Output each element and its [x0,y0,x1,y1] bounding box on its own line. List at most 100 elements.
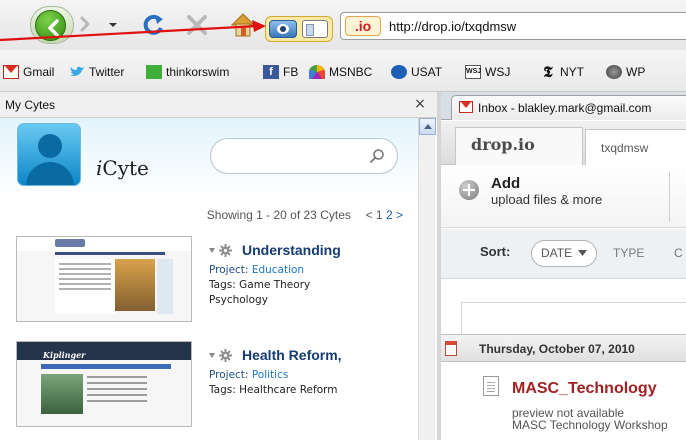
results-count-text: Showing 1 - 20 of 23 Cytes [206,208,351,222]
forward-button[interactable] [72,11,102,39]
cyte-title-link[interactable]: Understanding [242,242,341,258]
back-button[interactable] [30,6,74,44]
add-label[interactable]: Add [491,175,520,192]
project-link[interactable]: Education [252,264,304,276]
dropio-logo[interactable]: drop.io [471,135,535,154]
usat-icon [391,65,407,79]
cyte-thumbnail[interactable]: Kiplinger [16,341,192,427]
bookmark-thinkorswim[interactable]: thinkorswim [146,63,229,81]
file-description: MASC Technology Workshop [512,418,668,432]
calendar-icon [445,341,457,356]
sort-more-option[interactable]: C [674,246,683,260]
sidebar-toggle-icon[interactable] [302,20,328,38]
sort-label: Sort: [480,244,511,259]
icyte-sidebar: My Cytes × iCyte Showing 1 - 20 of 23 Cy… [0,92,437,440]
sidebar-scrollbar[interactable] [418,118,436,440]
site-identity-button[interactable]: .io [345,16,381,36]
icyte-logo: iCyte [96,156,149,180]
menu-triangle-icon[interactable] [209,247,215,253]
bookmark-gmail[interactable]: Gmail [3,63,54,81]
sidebar-header: My Cytes × [0,92,437,118]
gmail-icon [3,65,19,79]
drop-panel [461,302,686,336]
file-item[interactable]: MASC_Technology preview not available MA… [441,363,686,440]
avatar[interactable] [17,123,81,186]
bookmark-label: MSNBC [329,65,373,79]
pager-current-page: 1 [375,208,383,222]
chevron-down-icon [578,250,588,256]
icyte-eye-icon[interactable] [269,20,297,38]
bookmarks-toolbar: Gmail Twitter thinkorswim f FB MSNBC USA… [0,50,686,92]
icyte-header: iCyte [0,118,418,198]
bookmark-label: Twitter [89,65,125,79]
cyte-title-link[interactable]: Health Reform, [242,347,342,363]
home-icon [230,13,256,37]
gmail-icon [459,101,473,113]
cyte-title-row: Understanding [209,242,341,258]
back-arrow-icon [35,10,66,41]
facebook-icon: f [263,65,279,79]
pager-next[interactable]: > [396,208,403,222]
tag[interactable]: Psychology [209,294,268,306]
sort-date-label: DATE [541,246,573,260]
file-name-link[interactable]: MASC_Technology [512,380,657,398]
tab-inbox[interactable]: Inbox - blakley.mark@gmail.com [451,95,686,120]
url-bar[interactable]: .io http://drop.io/txqdmsw [340,12,686,40]
tag[interactable]: Game Theory [239,279,310,291]
page-content: Inbox - blakley.mark@gmail.com drop.io t… [441,92,686,440]
bookmark-label: WSJ [485,65,511,79]
thinkorswim-icon [146,65,162,79]
gear-icon[interactable] [219,243,232,257]
search-input[interactable] [210,138,398,174]
bookmark-msnbc[interactable]: MSNBC [309,63,372,81]
bookmark-label: FB [283,65,299,79]
sort-type-option[interactable]: TYPE [613,246,644,260]
pager-prev[interactable]: < [366,208,373,222]
sort-date-dropdown[interactable]: DATE [531,240,597,267]
bookmark-wp[interactable]: WP [606,63,645,81]
chevron-down-icon [109,23,117,27]
tab-bar: Inbox - blakley.mark@gmail.com [441,92,686,120]
bookmark-nyt[interactable]: 𝕿 NYT [540,63,584,81]
reload-button[interactable] [139,11,169,39]
drop-name[interactable]: txqdmsw [601,141,648,155]
gear-icon[interactable] [219,348,232,362]
reload-icon [143,14,163,35]
nyt-icon: 𝕿 [543,63,553,81]
pager-page-2[interactable]: 2 [386,208,393,222]
msnbc-peacock-icon [309,65,325,79]
add-subtitle: upload files & more [491,192,603,207]
bookmark-label: thinkorswim [166,65,230,79]
close-icon[interactable]: × [411,95,429,113]
wp-icon [606,65,622,79]
sidebar-title: My Cytes [5,98,56,112]
stop-button[interactable] [182,11,212,39]
project-link[interactable]: Politics [252,369,289,381]
cyte-title-row: Health Reform, [209,347,342,363]
add-files-row[interactable]: Add upload files & more [441,166,686,228]
scroll-up-button[interactable] [419,118,436,135]
tag[interactable]: Healthcare Reform [239,384,337,396]
search-icon[interactable] [369,148,385,164]
plus-icon[interactable] [459,180,479,200]
divider [669,172,670,222]
document-icon [483,376,499,396]
icyte-extension-group [265,16,333,42]
bookmark-wsj[interactable]: WSJ WSJ [465,63,510,81]
menu-triangle-icon[interactable] [209,352,215,358]
sort-row: Sort: DATE TYPE C [441,229,686,279]
forward-arrow-icon [80,16,90,32]
wsj-icon: WSJ [465,65,481,79]
cyte-item: Understanding Project: Education Tags: G… [16,236,416,336]
bookmark-twitter[interactable]: Twitter [69,63,124,81]
twitter-icon [69,65,85,79]
url-text[interactable]: http://drop.io/txqdmsw [389,19,516,34]
dropio-nav: drop.io txqdmsw [441,121,686,165]
cyte-thumbnail[interactable] [16,236,192,322]
cyte-item: Kiplinger Health Reform, Project: Politi… [16,341,416,440]
history-dropdown-button[interactable] [105,12,121,36]
bookmark-fb[interactable]: f FB [263,63,298,81]
home-button[interactable] [228,10,258,40]
date-text: Thursday, October 07, 2010 [479,342,635,356]
bookmark-usat[interactable]: USAT [391,63,442,81]
